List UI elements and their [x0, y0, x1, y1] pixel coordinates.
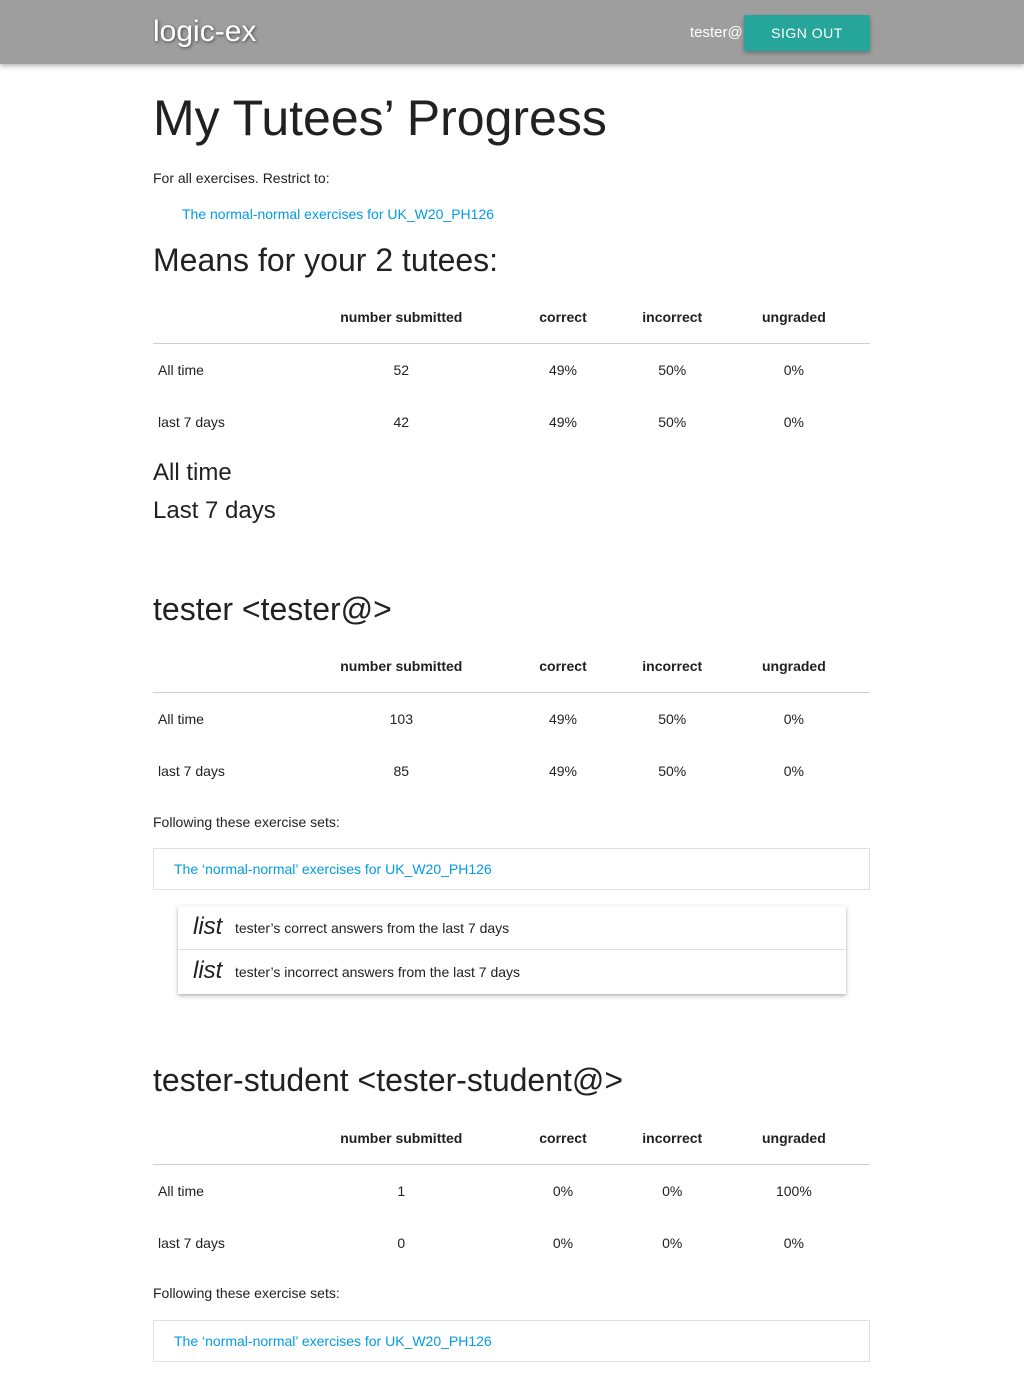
row-label: last 7 days: [158, 1235, 225, 1251]
row-label: All time: [158, 362, 204, 378]
cell-ungraded: 0%: [783, 1235, 804, 1251]
cell-correct: 49%: [548, 711, 578, 727]
table-header-row: number submitted correct incorrect ungra…: [153, 640, 870, 693]
row-label: last 7 days: [158, 763, 225, 779]
cell-ungraded: 100%: [775, 1183, 812, 1199]
cell-ungraded: 0%: [783, 711, 804, 727]
table-row: last 7 days 0 0% 0% 0%: [153, 1217, 870, 1269]
header-correct: correct: [499, 291, 627, 344]
tutee-heading: tester-student <tester-student@>: [153, 1062, 624, 1098]
cell-submitted: 85: [393, 763, 410, 779]
following-label: Following these exercise sets:: [153, 1285, 340, 1301]
header-empty: [153, 291, 304, 344]
tutee-stats-table: number submitted correct incorrect ungra…: [153, 640, 870, 797]
cell-ungraded: 0%: [783, 414, 804, 430]
means-subheading-all-time: All time: [153, 459, 232, 486]
exercise-set-card: The ‘normal-normal’ exercises for UK_W20…: [153, 1320, 870, 1362]
exercise-set-link[interactable]: The ‘normal-normal’ exercises for UK_W20…: [174, 1331, 492, 1351]
cell-submitted: 0: [397, 1235, 406, 1251]
header-submitted: number submitted: [303, 640, 500, 693]
exercise-set-card: The ‘normal-normal’ exercises for UK_W20…: [153, 848, 870, 890]
header-incorrect: incorrect: [626, 640, 718, 693]
cell-incorrect: 0%: [662, 1183, 683, 1199]
header-ungraded: ungraded: [717, 1112, 870, 1165]
table-row: All time 103 49% 50% 0%: [153, 693, 870, 746]
exercise-set-link[interactable]: The ‘normal-normal’ exercises for UK_W20…: [174, 859, 492, 879]
header-submitted: number submitted: [303, 1112, 500, 1165]
cell-incorrect: 50%: [658, 763, 687, 779]
list-label: list: [193, 913, 223, 940]
cell-ungraded: 0%: [783, 362, 804, 378]
means-stats-table: number submitted correct incorrect ungra…: [153, 291, 870, 448]
header-ungraded: ungraded: [717, 291, 870, 344]
list-item-incorrect-answers[interactable]: list tester’s incorrect answers from the…: [178, 950, 846, 994]
cell-correct: 0%: [552, 1235, 574, 1251]
header-empty: [153, 640, 304, 693]
cell-incorrect: 50%: [658, 414, 687, 430]
cell-submitted: 52: [393, 362, 410, 378]
list-item-text: tester’s correct answers from the last 7…: [235, 920, 510, 936]
cell-incorrect: 50%: [658, 362, 687, 378]
table-row: last 7 days 42 49% 50% 0%: [153, 396, 870, 448]
cell-correct: 49%: [548, 362, 578, 378]
means-heading: Means for your 2 tutees:: [153, 242, 499, 278]
cell-correct: 49%: [548, 763, 578, 779]
intro-text: For all exercises. Restrict to:: [153, 170, 330, 186]
cell-correct: 49%: [548, 414, 578, 430]
cell-incorrect: 50%: [658, 711, 687, 727]
table-row: All time 1 0% 0% 100%: [153, 1165, 870, 1218]
navbar: logic-ex tester@ SIGN OUT: [0, 0, 1024, 64]
list-item-text: tester’s incorrect answers from the last…: [235, 964, 521, 980]
sign-out-button[interactable]: SIGN OUT: [744, 15, 870, 51]
table-row: All time 52 49% 50% 0%: [153, 344, 870, 397]
header-empty: [153, 1112, 304, 1165]
header-correct: correct: [499, 640, 627, 693]
cell-submitted: 1: [397, 1183, 406, 1199]
header-ungraded: ungraded: [717, 640, 870, 693]
tutee-stats-table: number submitted correct incorrect ungra…: [153, 1112, 870, 1269]
table-header-row: number submitted correct incorrect ungra…: [153, 291, 870, 344]
page-title: My Tutees’ Progress: [153, 90, 607, 146]
table-header-row: number submitted correct incorrect ungra…: [153, 1112, 870, 1165]
header-incorrect: incorrect: [626, 1112, 718, 1165]
header-submitted: number submitted: [303, 291, 500, 344]
cell-submitted: 42: [393, 414, 410, 430]
cell-correct: 0%: [552, 1183, 574, 1199]
brand-logo[interactable]: logic-ex: [153, 14, 256, 50]
user-email: tester@: [690, 24, 743, 41]
cell-submitted: 103: [389, 711, 413, 727]
means-subheading-last-7-days: Last 7 days: [153, 497, 276, 524]
header-correct: correct: [499, 1112, 627, 1165]
cell-ungraded: 0%: [783, 763, 804, 779]
following-label: Following these exercise sets:: [153, 814, 340, 830]
answers-list-card: list tester’s correct answers from the l…: [178, 906, 846, 994]
row-label: All time: [158, 1183, 204, 1199]
restrict-exercise-set-link[interactable]: The normal-normal exercises for UK_W20_P…: [182, 204, 494, 224]
row-label: All time: [158, 711, 204, 727]
row-label: last 7 days: [158, 414, 225, 430]
header-incorrect: incorrect: [626, 291, 718, 344]
cell-incorrect: 0%: [662, 1235, 683, 1251]
tutee-heading: tester <tester@>: [153, 591, 392, 627]
list-item-correct-answers[interactable]: list tester’s correct answers from the l…: [178, 906, 846, 950]
list-label: list: [193, 957, 223, 984]
table-row: last 7 days 85 49% 50% 0%: [153, 745, 870, 797]
